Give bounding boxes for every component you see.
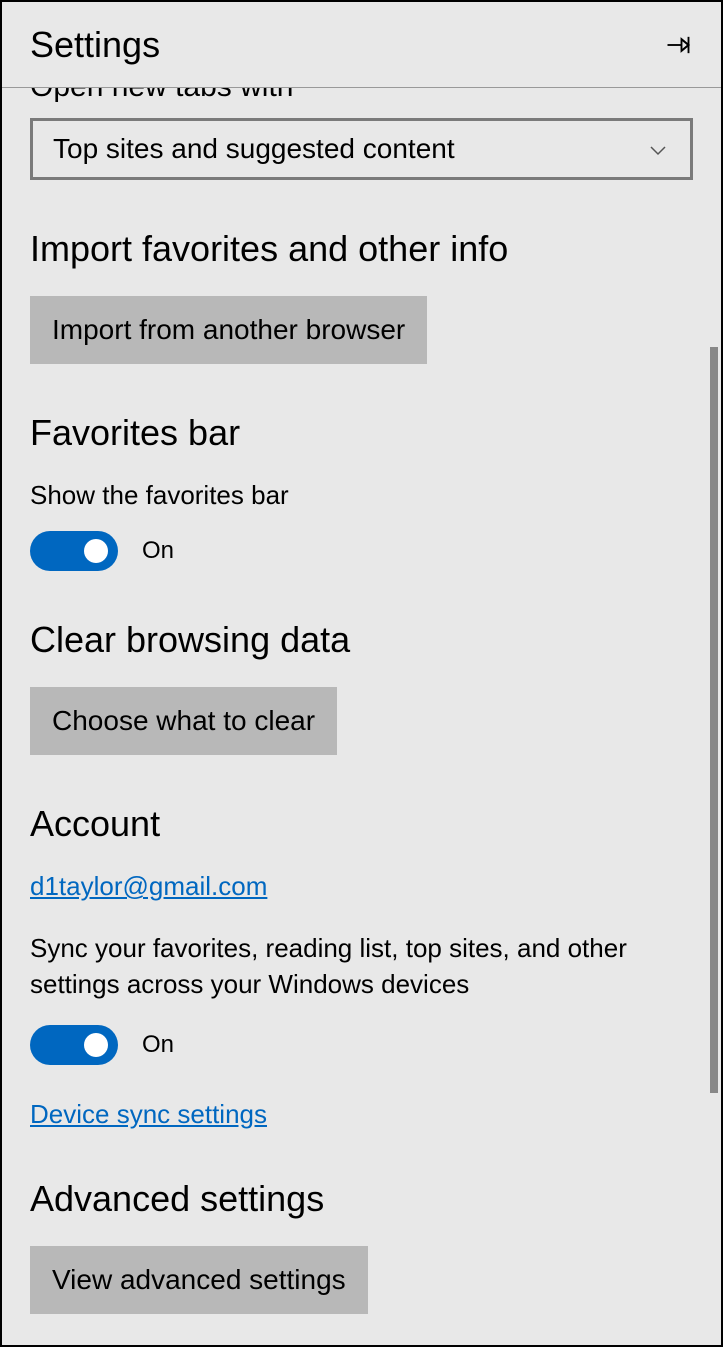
new-tabs-dropdown[interactable]: Top sites and suggested content — [30, 118, 693, 180]
view-advanced-settings-button[interactable]: View advanced settings — [30, 1246, 368, 1314]
favorites-bar-sublabel: Show the favorites bar — [30, 480, 693, 511]
sync-toggle-state: On — [142, 1031, 174, 1059]
sync-toggle-row: On — [30, 1025, 693, 1065]
settings-content: Open new tabs with Top sites and suggest… — [2, 88, 721, 1345]
choose-what-to-clear-button[interactable]: Choose what to clear — [30, 687, 337, 755]
account-email-link[interactable]: d1taylor@gmail.com — [30, 871, 267, 901]
sync-description: Sync your favorites, reading list, top s… — [30, 930, 693, 1003]
import-favorites-heading: Import favorites and other info — [30, 228, 693, 270]
pin-icon[interactable] — [663, 30, 693, 60]
favorites-bar-toggle-row: On — [30, 531, 693, 571]
device-sync-settings-link[interactable]: Device sync settings — [30, 1099, 267, 1129]
page-title: Settings — [30, 24, 160, 66]
toggle-knob — [84, 539, 108, 563]
favorites-bar-toggle-state: On — [142, 537, 174, 565]
clear-browsing-heading: Clear browsing data — [30, 619, 693, 661]
new-tabs-label: Open new tabs with — [30, 88, 693, 104]
settings-header: Settings — [2, 2, 721, 88]
chevron-down-icon — [646, 137, 670, 161]
import-from-browser-button[interactable]: Import from another browser — [30, 296, 427, 364]
sync-toggle[interactable] — [30, 1025, 118, 1065]
scrollbar-thumb[interactable] — [710, 347, 718, 1093]
favorites-bar-heading: Favorites bar — [30, 412, 693, 454]
advanced-settings-heading: Advanced settings — [30, 1178, 693, 1220]
dropdown-selected-value: Top sites and suggested content — [53, 133, 455, 165]
toggle-knob — [84, 1033, 108, 1057]
account-heading: Account — [30, 803, 693, 845]
favorites-bar-toggle[interactable] — [30, 531, 118, 571]
